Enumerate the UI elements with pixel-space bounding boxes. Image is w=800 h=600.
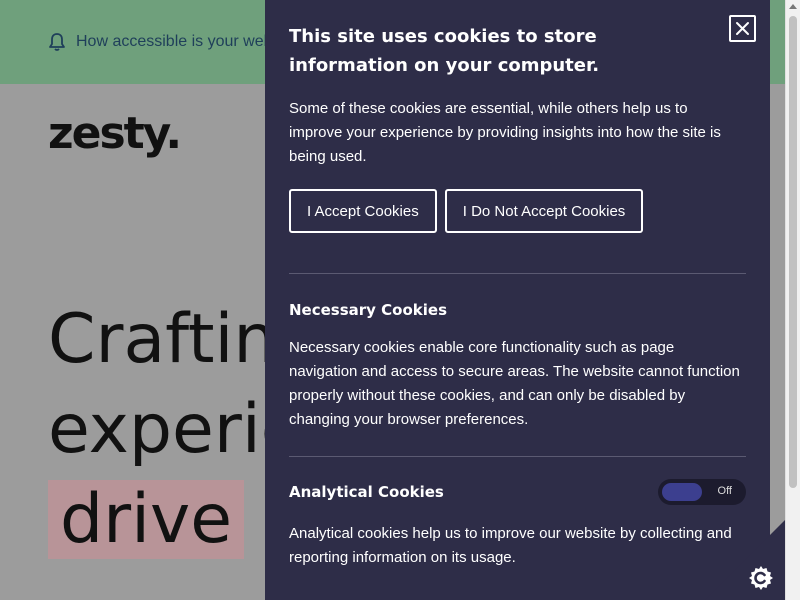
cookie-consent-panel: This site uses cookies to store informat… — [265, 0, 770, 600]
cookie-panel-description: Some of these cookies are essential, whi… — [289, 100, 721, 165]
close-icon — [736, 22, 749, 35]
scrollbar-thumb[interactable] — [789, 16, 797, 488]
divider — [289, 273, 746, 274]
page-scrollbar[interactable] — [785, 0, 800, 600]
close-cookie-panel-button[interactable] — [729, 15, 756, 42]
analytical-cookies-description: Analytical cookies help us to improve ou… — [289, 525, 732, 566]
cookie-icon — [749, 566, 773, 590]
necessary-cookies-description: Necessary cookies enable core functional… — [289, 339, 740, 428]
analytical-cookies-toggle[interactable]: Off — [658, 479, 746, 505]
cookie-panel-title: This site uses cookies to store informat… — [289, 26, 600, 76]
analytical-cookies-title: Analytical Cookies — [289, 483, 444, 501]
reject-cookies-button[interactable]: I Do Not Accept Cookies — [444, 189, 644, 233]
toggle-knob — [662, 483, 702, 501]
toggle-state-label: Off — [717, 485, 732, 497]
accept-cookies-button[interactable]: I Accept Cookies — [289, 189, 437, 233]
bell-icon — [49, 33, 65, 51]
site-logo[interactable]: zesty. — [48, 108, 182, 159]
cookie-settings-badge[interactable] — [705, 520, 785, 600]
divider — [289, 456, 746, 457]
necessary-cookies-title: Necessary Cookies — [289, 301, 448, 319]
analytical-cookies-header: Analytical Cookies Off — [289, 479, 746, 505]
cookie-button-row: I Accept Cookies I Do Not Accept Cookies — [289, 189, 746, 233]
hero-highlight: drive — [48, 480, 245, 559]
scroll-up-arrow[interactable] — [789, 4, 797, 9]
